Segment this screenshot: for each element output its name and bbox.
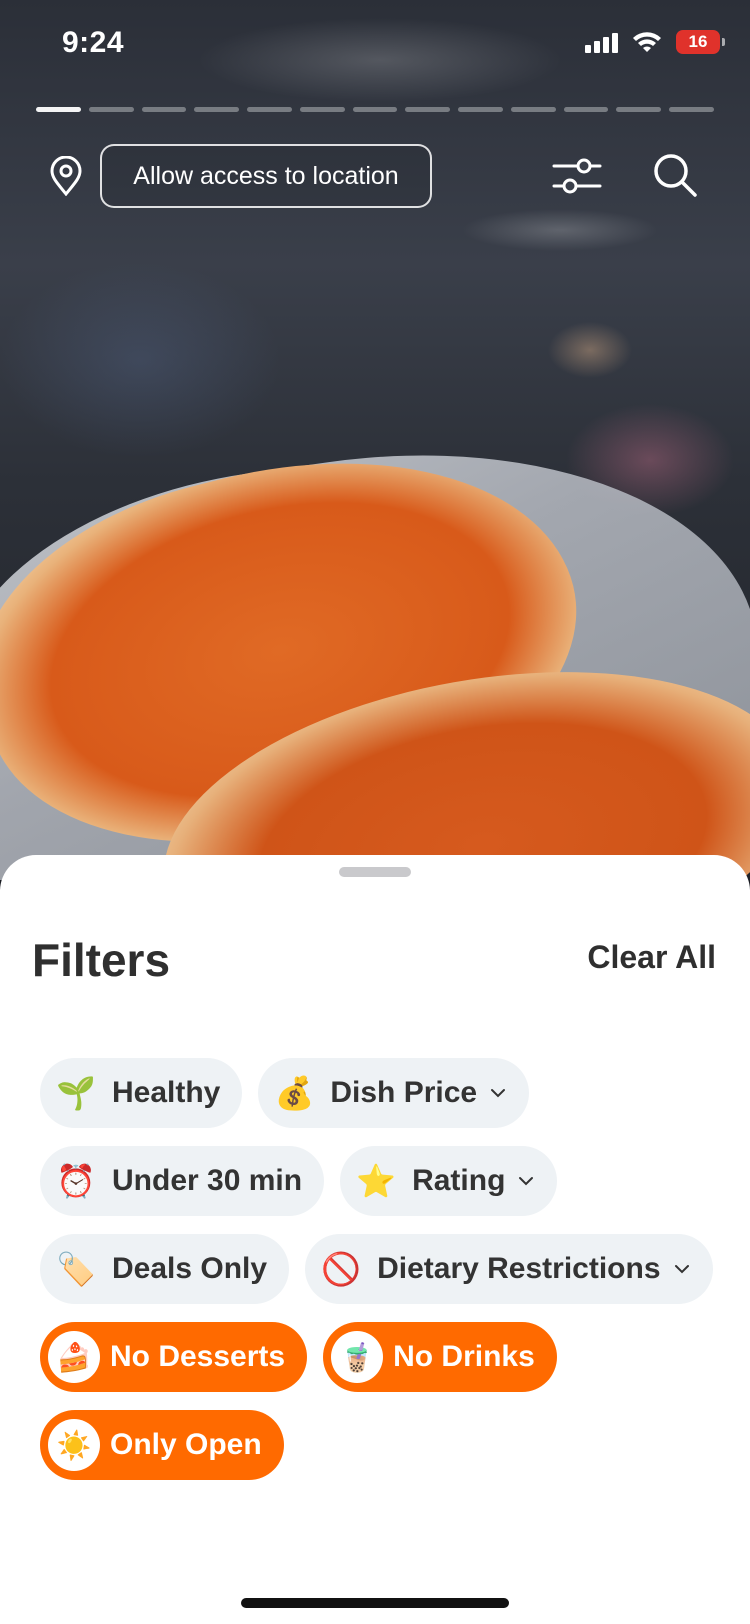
battery-level: 16 <box>688 32 708 51</box>
chip-label: Deals Only <box>112 1252 268 1285</box>
story-progress-segment <box>616 107 662 112</box>
chevron-down-icon <box>491 1089 506 1098</box>
chip-label: Rating <box>412 1164 506 1197</box>
story-progress-segment <box>458 107 503 112</box>
sun-icon: ☀️ <box>48 1419 100 1471</box>
chip-row: 🍰 No Desserts 🧋 No Drinks <box>40 1322 730 1392</box>
chip-dish-price[interactable]: 💰 Dish Price <box>258 1058 530 1128</box>
story-progress-segment <box>194 107 240 112</box>
chip-label: Dish Price <box>330 1076 478 1109</box>
story-progress-segment <box>563 107 609 112</box>
chip-label: Only Open <box>110 1428 262 1461</box>
food-image <box>0 440 750 880</box>
status-bar: 9:24 16 <box>0 0 750 90</box>
chip-no-drinks[interactable]: 🧋 No Drinks <box>323 1322 557 1392</box>
chip-under-30-min[interactable]: ⏰ Under 30 min <box>40 1146 325 1216</box>
chip-label: Dietary Restrictions <box>377 1252 661 1285</box>
chip-only-open[interactable]: ☀️ Only Open <box>40 1410 284 1480</box>
star-icon: ⭐ <box>356 1163 396 1199</box>
bubble-tea-icon: 🧋 <box>331 1331 384 1383</box>
cake-icon: 🍰 <box>48 1331 100 1383</box>
chip-row: 🌱 Healthy 💰 Dish Price <box>40 1058 730 1128</box>
chip-rating[interactable]: ⭐ Rating <box>340 1146 558 1216</box>
money-bag-icon: 💰 <box>274 1075 315 1111</box>
filter-chip-list: 🌱 Healthy 💰 Dish Price ⏰ Under 30 min ⭐ … <box>40 1058 730 1498</box>
story-progress-bar <box>36 107 714 112</box>
story-progress-segment <box>247 107 292 112</box>
battery-icon: 16 <box>676 30 725 54</box>
story-progress-segment <box>299 107 345 112</box>
story-progress-segment <box>669 107 714 112</box>
sprout-icon: 🌱 <box>56 1075 96 1111</box>
location-pin-icon[interactable] <box>48 156 84 196</box>
background-food-photo <box>0 0 750 880</box>
filter-sliders-icon[interactable] <box>552 154 602 198</box>
chip-label: Healthy <box>112 1076 221 1109</box>
chip-label: No Drinks <box>393 1340 535 1373</box>
story-progress-segment <box>510 107 556 112</box>
home-indicator[interactable] <box>241 1598 509 1608</box>
alarm-clock-icon: ⏰ <box>56 1163 96 1199</box>
clear-all-button[interactable]: Clear All <box>587 939 716 976</box>
story-progress-segment <box>141 107 187 112</box>
story-progress-segment <box>352 107 398 112</box>
allow-location-button[interactable]: Allow access to location <box>100 144 432 208</box>
sheet-grabber-handle[interactable] <box>339 867 411 877</box>
chip-label: Under 30 min <box>112 1164 303 1197</box>
sheet-title: Filters <box>32 934 171 986</box>
story-progress-segment <box>36 107 81 112</box>
chip-label: No Desserts <box>110 1340 286 1373</box>
chip-row: 🏷️ Deals Only 🚫 Dietary Restrictions <box>40 1234 730 1304</box>
chip-row: ☀️ Only Open <box>40 1410 730 1480</box>
chevron-down-icon <box>674 1265 689 1274</box>
status-time: 9:24 <box>62 26 125 59</box>
prohibited-icon: 🚫 <box>321 1251 361 1287</box>
cellular-signal-icon <box>585 31 618 53</box>
chip-no-desserts[interactable]: 🍰 No Desserts <box>40 1322 308 1392</box>
chip-dietary-restrictions[interactable]: 🚫 Dietary Restrictions <box>305 1234 713 1304</box>
chevron-down-icon <box>519 1177 534 1186</box>
story-progress-segment <box>405 107 451 112</box>
wifi-icon <box>633 32 661 52</box>
story-progress-segment <box>88 107 134 112</box>
filters-bottom-sheet: Filters Clear All 🌱 Healthy 💰 Dish Price… <box>0 855 750 1624</box>
chip-healthy[interactable]: 🌱 Healthy <box>40 1058 243 1128</box>
tag-icon: 🏷️ <box>56 1251 96 1287</box>
chip-deals-only[interactable]: 🏷️ Deals Only <box>40 1234 290 1304</box>
search-icon[interactable] <box>652 152 698 198</box>
status-icons: 16 <box>585 30 725 54</box>
chip-row: ⏰ Under 30 min ⭐ Rating <box>40 1146 730 1216</box>
